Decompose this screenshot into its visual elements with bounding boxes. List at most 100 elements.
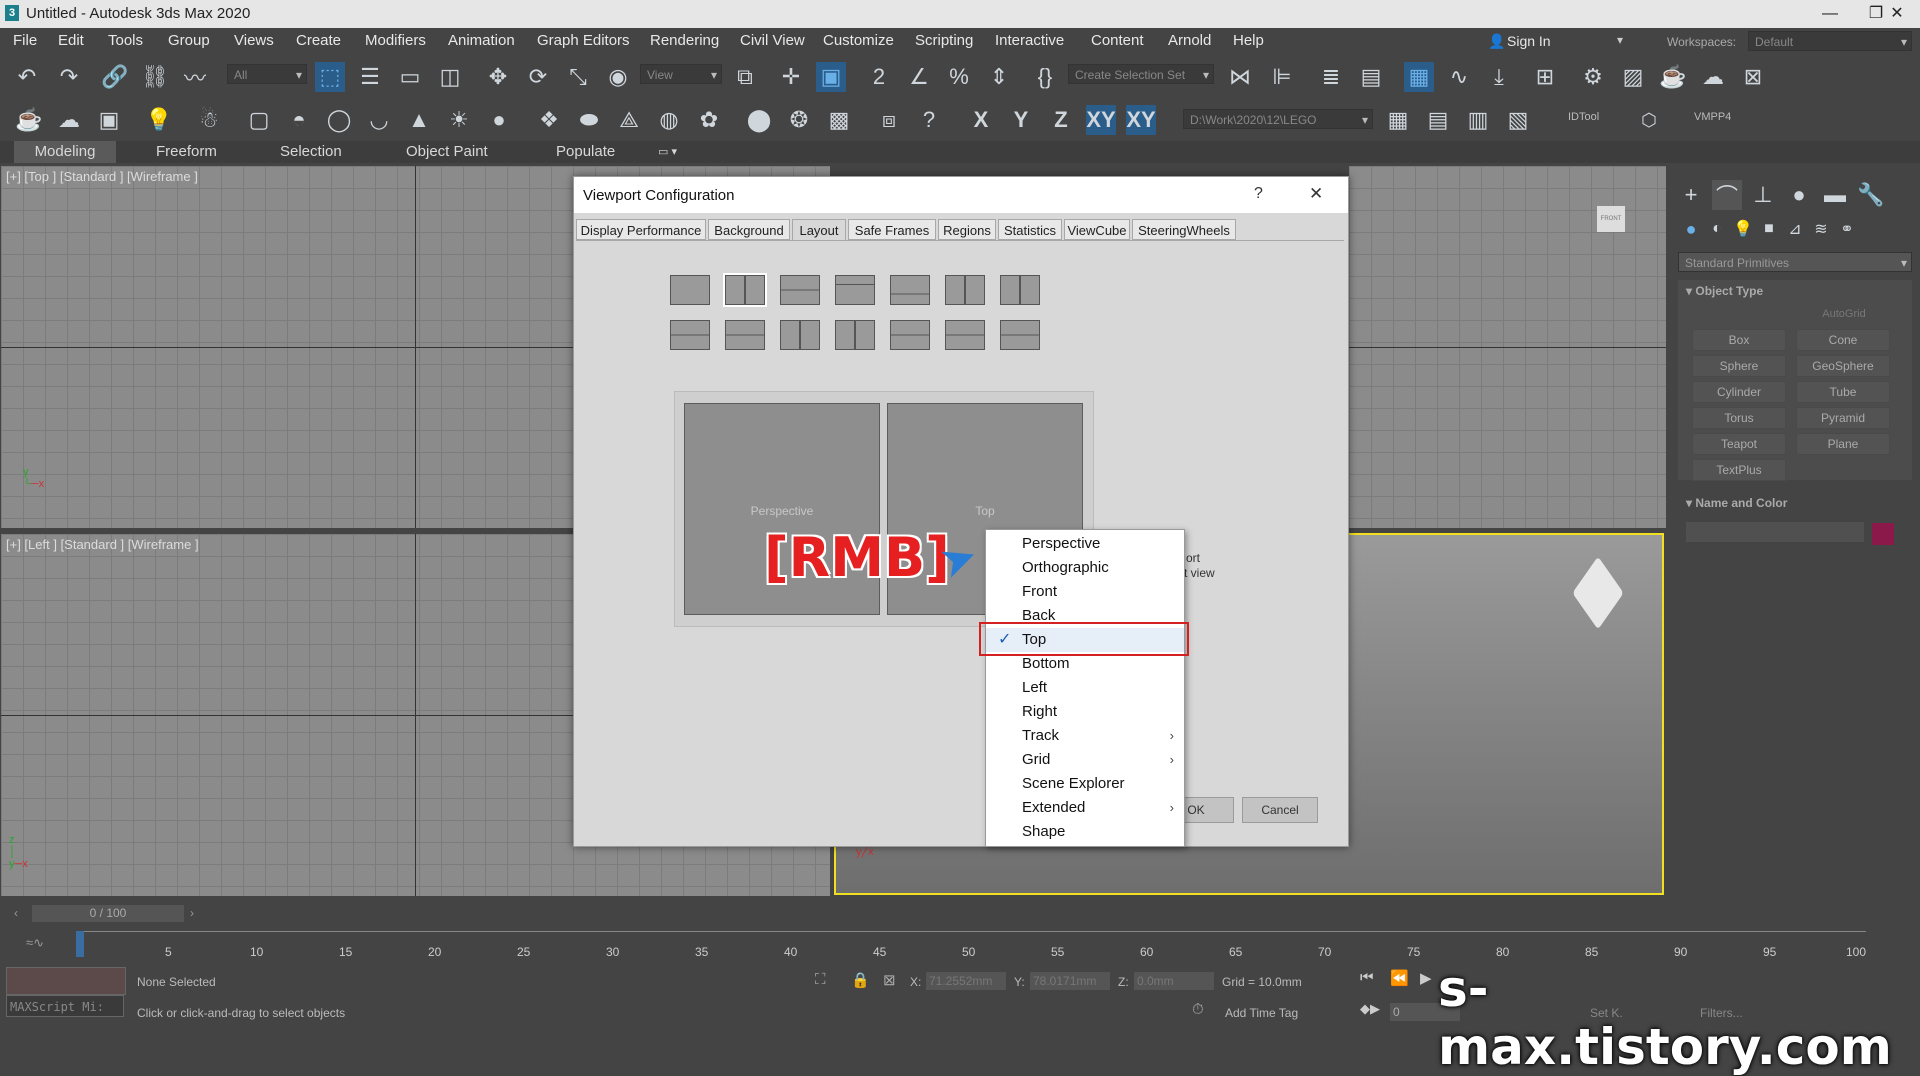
- menu-rendering[interactable]: Rendering: [650, 32, 719, 49]
- minimize-button[interactable]: —: [1807, 0, 1853, 28]
- sphere-icon[interactable]: ●: [484, 105, 514, 135]
- tab-layout[interactable]: Layout: [792, 219, 846, 240]
- layout-option-1[interactable]: [670, 275, 710, 305]
- x-coord-field[interactable]: 71.2552mm: [926, 972, 1006, 990]
- torus-button[interactable]: Torus: [1692, 407, 1786, 429]
- mini-listener[interactable]: [6, 967, 126, 995]
- layout-option-11[interactable]: [835, 320, 875, 350]
- menu-help[interactable]: Help: [1233, 32, 1264, 49]
- character-icon[interactable]: ☃: [194, 105, 224, 135]
- previous-frame-icon[interactable]: ⏪: [1390, 969, 1409, 987]
- light-icon[interactable]: 💡: [144, 105, 174, 135]
- layout-option-10[interactable]: [780, 320, 820, 350]
- play-icon[interactable]: ▶: [1420, 969, 1432, 987]
- bowl-icon[interactable]: ◡: [364, 105, 394, 135]
- align-icon[interactable]: ⊫: [1267, 62, 1297, 92]
- close-window-button[interactable]: ✕: [1874, 0, 1920, 28]
- tab-background[interactable]: Background: [708, 219, 790, 240]
- percent-snap-icon[interactable]: %: [944, 62, 974, 92]
- key-mode-icon[interactable]: ◆▶: [1360, 1001, 1380, 1017]
- spinner-snap-icon[interactable]: ⇕: [984, 62, 1014, 92]
- tab-freeform[interactable]: Freeform: [156, 141, 217, 163]
- menu-arnold[interactable]: Arnold: [1168, 32, 1211, 49]
- mesh-icon[interactable]: ⟁: [614, 105, 644, 135]
- menu-scripting[interactable]: Scripting: [915, 32, 973, 49]
- scale-icon[interactable]: ⤡: [563, 62, 593, 92]
- cone-button[interactable]: Cone: [1796, 329, 1890, 351]
- box-primitive-icon[interactable]: ▢: [244, 105, 274, 135]
- ring-primitive-icon[interactable]: ◯: [324, 105, 354, 135]
- bind-space-warp-icon[interactable]: 〰: [180, 62, 210, 92]
- menu-group[interactable]: Group: [168, 32, 210, 49]
- sign-in-button[interactable]: Sign In: [1507, 33, 1551, 49]
- viewport-top-label[interactable]: [+] [Top ] [Standard ] [Wireframe ]: [6, 169, 198, 184]
- menu-item-track[interactable]: Track ›: [986, 724, 1184, 748]
- sun-icon[interactable]: ☀: [444, 105, 474, 135]
- redo-icon[interactable]: ↷: [54, 62, 84, 92]
- teapot-icon[interactable]: ☕: [14, 105, 44, 135]
- menu-interactive[interactable]: Interactive: [995, 32, 1064, 49]
- account-dropdown-icon[interactable]: ▾: [1617, 33, 1623, 47]
- selection-lock-icon[interactable]: 🔒: [851, 971, 870, 989]
- menu-item-extended[interactable]: Extended ›: [986, 796, 1184, 820]
- select-manipulate-icon[interactable]: ✛: [776, 62, 806, 92]
- tab-selection[interactable]: Selection: [280, 141, 342, 163]
- cylinder-button[interactable]: Cylinder: [1692, 381, 1786, 403]
- z-coord-field[interactable]: 0.0mm: [1134, 972, 1214, 990]
- render-frame-icon[interactable]: ▩: [824, 105, 854, 135]
- unlink-icon[interactable]: ⛓: [140, 62, 170, 92]
- layout-option-3[interactable]: [780, 275, 820, 305]
- menu-civil-view[interactable]: Civil View: [740, 32, 805, 49]
- systems-icon[interactable]: ⚭: [1832, 214, 1862, 244]
- place-icon[interactable]: ◉: [603, 62, 633, 92]
- object-color-swatch[interactable]: [1872, 523, 1894, 545]
- workspaces-dropdown[interactable]: Default: [1748, 31, 1912, 52]
- geosphere-button[interactable]: GeoSphere: [1796, 355, 1890, 377]
- tab-statistics[interactable]: Statistics: [998, 219, 1062, 240]
- tab-populate[interactable]: Populate: [556, 141, 615, 163]
- primitive-category-dropdown[interactable]: Standard Primitives: [1678, 252, 1912, 273]
- axis-y-button[interactable]: Y: [1006, 105, 1036, 135]
- cloud-icon[interactable]: ☁: [54, 105, 84, 135]
- menu-item-orthographic[interactable]: Orthographic: [986, 556, 1184, 580]
- capsule-icon[interactable]: ⬬: [574, 105, 604, 135]
- globe-icon[interactable]: ◍: [654, 105, 684, 135]
- name-color-header[interactable]: ▾ Name and Color: [1686, 496, 1787, 510]
- layout-option-5[interactable]: [890, 275, 930, 305]
- select-object-icon[interactable]: ⬚: [315, 62, 345, 92]
- angle-snap-icon[interactable]: ∠: [904, 62, 934, 92]
- sphere-button[interactable]: Sphere: [1692, 355, 1786, 377]
- tab-safe-frames[interactable]: Safe Frames: [848, 219, 936, 240]
- axis-xy-button[interactable]: XY: [1086, 105, 1116, 135]
- reference-coordinate-dropdown[interactable]: View: [640, 64, 722, 85]
- toggle-ribbon-icon[interactable]: ▦: [1404, 62, 1434, 92]
- project-folder-icon[interactable]: ▦: [1383, 105, 1413, 135]
- hierarchy-tab-icon[interactable]: ⊥: [1748, 180, 1778, 210]
- menu-create[interactable]: Create: [296, 32, 341, 49]
- tab-steeringwheels[interactable]: SteeringWheels: [1132, 219, 1236, 240]
- plane-button[interactable]: Plane: [1796, 433, 1890, 455]
- help-circle-icon[interactable]: ?: [914, 105, 944, 135]
- save-folder-icon[interactable]: ▧: [1503, 105, 1533, 135]
- set-project-icon[interactable]: ▤: [1423, 105, 1453, 135]
- layout-option-2[interactable]: [723, 273, 767, 307]
- menu-item-front[interactable]: Front: [986, 580, 1184, 604]
- layout-option-13[interactable]: [945, 320, 985, 350]
- link-icon[interactable]: 🔗: [100, 62, 130, 92]
- rectangular-selection-icon[interactable]: ▭: [395, 62, 425, 92]
- material-editor-icon[interactable]: ⊞: [1530, 62, 1560, 92]
- maxscript-listener[interactable]: MAXScript Mi:: [6, 995, 124, 1017]
- axis-xy-cycle-button[interactable]: XY: [1126, 105, 1156, 135]
- tab-viewcube[interactable]: ViewCube: [1064, 219, 1130, 240]
- tab-object-paint[interactable]: Object Paint: [406, 141, 488, 163]
- prev-frame-icon[interactable]: ‹: [14, 906, 18, 920]
- vmpp4-button[interactable]: VMPP4: [1694, 111, 1731, 123]
- layout-option-8[interactable]: [670, 320, 710, 350]
- keyboard-shortcut-override-icon[interactable]: ▣: [816, 62, 846, 92]
- menu-item-left[interactable]: Left: [986, 676, 1184, 700]
- layout-option-14[interactable]: [1000, 320, 1040, 350]
- image-icon[interactable]: ▣: [94, 105, 124, 135]
- cone-icon[interactable]: ▲: [404, 105, 434, 135]
- scene-explorer-icon[interactable]: ≣: [1316, 62, 1346, 92]
- schematic-view-icon[interactable]: ⤓: [1484, 62, 1514, 92]
